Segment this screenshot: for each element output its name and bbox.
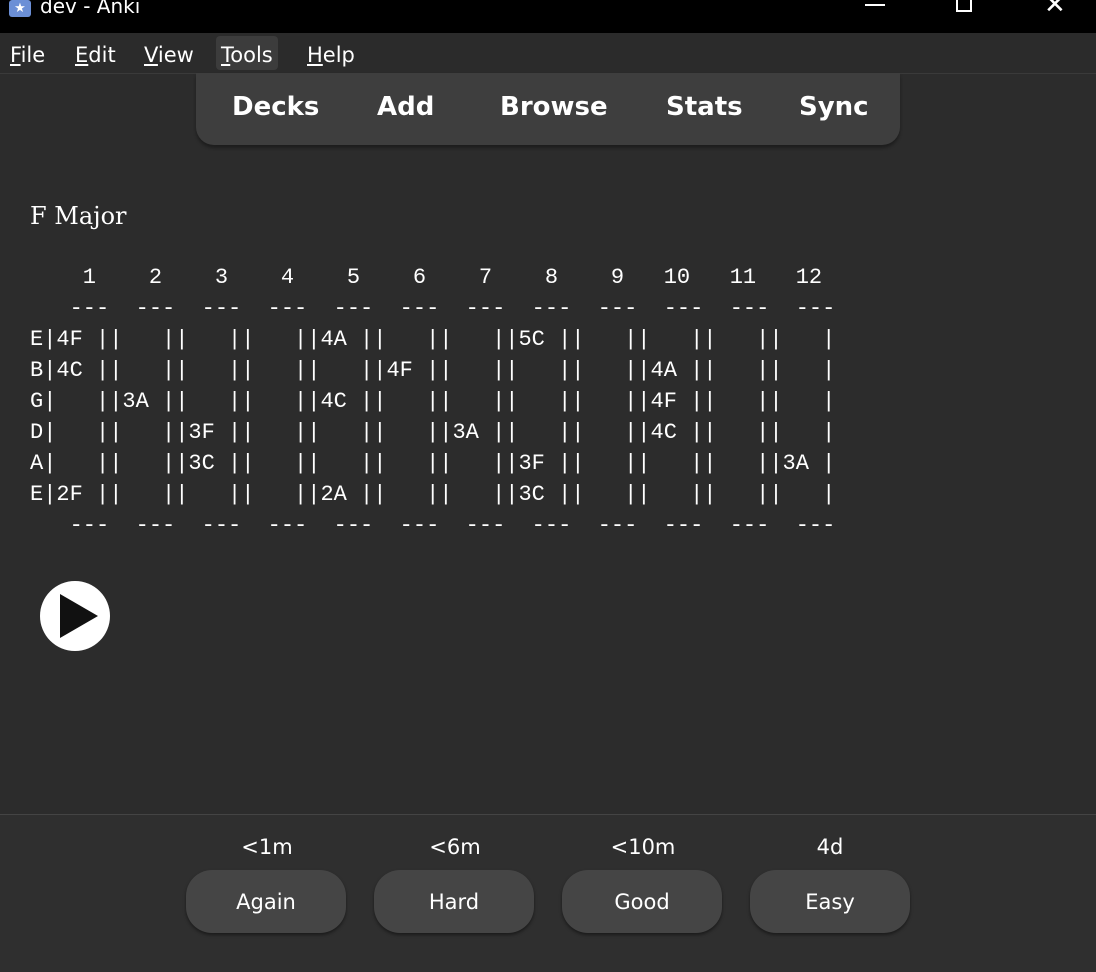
toolbar-sync[interactable]: Sync: [799, 92, 869, 122]
menu-tools[interactable]: Tools: [216, 36, 278, 70]
answer-bar: <1m <6m <10m 4d Again Hard Good Easy: [0, 814, 1096, 972]
good-button[interactable]: Good: [562, 870, 722, 933]
menu-file[interactable]: File: [5, 36, 50, 70]
close-button[interactable]: ✕: [1034, 0, 1080, 33]
interval-easy: 4d: [816, 835, 844, 859]
tab-string-high-e: E|4F || || || ||4A || || ||5C || || || |…: [30, 327, 836, 352]
minimize-button[interactable]: [851, 0, 897, 33]
tab-fret-numbers: 1 2 3 4 5 6 7 8 9 10 11 12: [30, 265, 823, 290]
minimize-icon: [865, 4, 885, 6]
easy-button[interactable]: Easy: [750, 870, 910, 933]
again-button[interactable]: Again: [186, 870, 346, 933]
tab-separator-top: --- --- --- --- --- --- --- --- --- --- …: [30, 296, 836, 321]
tab-string-d: D| || ||3F || || || ||3A || || ||4C || |…: [30, 420, 836, 445]
tab-string-b: B|4C || || || || ||4F || || || ||4A || |…: [30, 358, 836, 383]
hard-button[interactable]: Hard: [374, 870, 534, 933]
tab-string-low-e: E|2F || || || ||2A || || ||3C || || || |…: [30, 482, 836, 507]
maximize-icon: [956, 0, 972, 12]
menu-view[interactable]: View: [139, 36, 199, 70]
guitar-tab: 1 2 3 4 5 6 7 8 9 10 11 12 --- --- --- -…: [30, 262, 835, 541]
close-icon: ✕: [1044, 0, 1066, 20]
menu-edit[interactable]: Edit: [70, 36, 121, 70]
maximize-button[interactable]: [942, 0, 988, 33]
interval-again: <1m: [241, 835, 293, 859]
toolbar-add[interactable]: Add: [377, 92, 434, 122]
toolbar-stats[interactable]: Stats: [666, 92, 743, 122]
menu-bar: File Edit View Tools Help: [0, 33, 1096, 74]
toolbar-decks[interactable]: Decks: [232, 92, 319, 122]
tab-separator-bottom: --- --- --- --- --- --- --- --- --- --- …: [30, 513, 836, 538]
play-audio-button[interactable]: [40, 581, 110, 651]
main-toolbar: Decks Add Browse Stats Sync: [196, 73, 900, 145]
menu-help[interactable]: Help: [302, 36, 360, 70]
interval-hard: <6m: [429, 835, 481, 859]
play-icon: [60, 594, 98, 638]
toolbar-browse[interactable]: Browse: [500, 92, 608, 122]
card-area: F Major 1 2 3 4 5 6 7 8 9 10 11 12 --- -…: [0, 150, 1096, 814]
window-title: dev - Anki: [40, 0, 141, 18]
anki-star-icon: ★: [9, 0, 31, 17]
title-bar: ★ dev - Anki ✕: [0, 0, 1096, 33]
tab-string-g: G| ||3A || || ||4C || || || || ||4F || |…: [30, 389, 836, 414]
card-title: F Major: [30, 202, 127, 230]
tab-string-a: A| || ||3C || || || || ||3F || || || ||3…: [30, 451, 836, 476]
interval-good: <10m: [610, 835, 676, 859]
